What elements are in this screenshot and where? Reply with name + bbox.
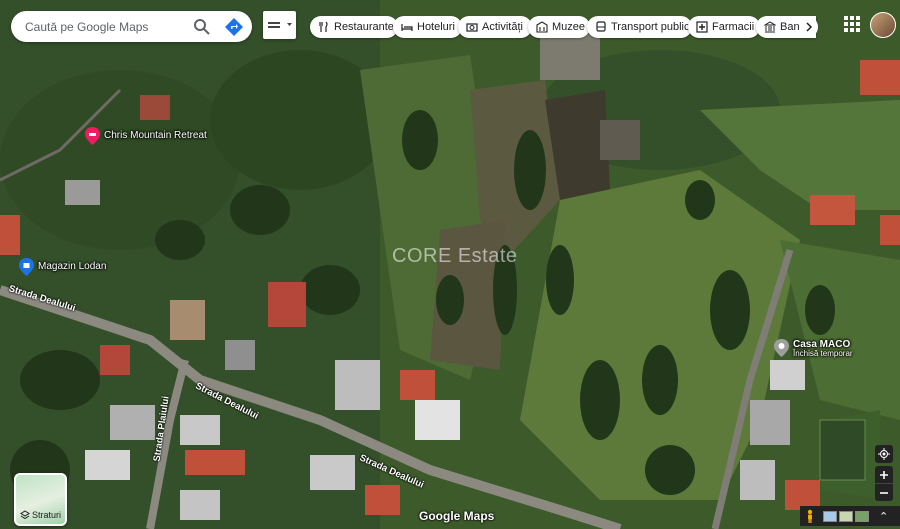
shopping-pin-icon[interactable] <box>19 258 34 276</box>
watermark: CORE Estate <box>392 245 518 267</box>
bed-icon <box>401 24 413 31</box>
plus-icon <box>880 470 888 479</box>
chip-activities[interactable]: Activități <box>458 16 532 38</box>
account-avatar[interactable] <box>870 12 896 38</box>
chip-restaurants-label: Restaurante <box>334 21 394 33</box>
chip-hotels[interactable]: Hoteluri <box>393 16 462 38</box>
google-maps-logo: Google Maps <box>419 509 495 523</box>
map-view[interactable]: Restaurante Hoteluri Activități Muzee Tr… <box>0 0 900 529</box>
expand-up-icon[interactable]: ⌃ <box>879 510 888 523</box>
imagery-thumbnail[interactable] <box>839 510 853 522</box>
zoom-out-button[interactable] <box>875 484 893 501</box>
imagery-thumbnail[interactable] <box>855 510 869 522</box>
place-pin-icon[interactable] <box>774 339 789 357</box>
minus-icon <box>880 491 888 494</box>
pegman-icon[interactable] <box>805 509 815 523</box>
fork-knife-icon <box>319 21 328 32</box>
layers-icon <box>20 510 30 520</box>
chip-restaurants[interactable]: Restaurante <box>310 16 398 38</box>
search-box <box>11 11 252 42</box>
bus-icon <box>596 21 606 32</box>
chip-activities-label: Activități <box>482 21 523 33</box>
imagery-thumbnail[interactable] <box>823 510 837 522</box>
chip-public-transport-label: Transport public <box>611 21 690 33</box>
poi-label-chris-mountain-retreat[interactable]: Chris Mountain Retreat <box>104 130 207 141</box>
bank-icon <box>764 21 776 33</box>
poi-label-magazin-lodan[interactable]: Magazin Lodan <box>38 261 106 272</box>
chip-pharmacies-label: Farmacii <box>712 21 755 33</box>
poi-status-casa-maco: Închisă temporar <box>793 349 853 358</box>
imagery-thumbnails <box>823 510 871 522</box>
bottom-bar: ⌃ <box>800 506 900 526</box>
chip-museums[interactable]: Muzee <box>528 16 590 38</box>
pharmacy-icon <box>696 21 708 33</box>
chip-museums-label: Muzee <box>552 21 586 33</box>
crosshair-icon <box>878 448 890 460</box>
chip-pharmacies[interactable]: Farmacii <box>688 16 760 38</box>
museum-icon <box>536 21 548 33</box>
search-icon[interactable] <box>192 17 212 37</box>
zoom-in-button[interactable] <box>875 466 893 484</box>
camera-icon <box>466 23 478 32</box>
my-location-button[interactable] <box>875 445 893 463</box>
hotel-pin-icon[interactable] <box>85 127 100 145</box>
chip-hotels-label: Hoteluri <box>417 21 455 33</box>
apps-grid-icon[interactable] <box>843 15 861 33</box>
chip-public-transport[interactable]: Transport public <box>587 16 692 38</box>
layers-button[interactable]: Straturi <box>14 473 67 526</box>
search-input[interactable] <box>25 19 190 34</box>
list-view-toggle[interactable] <box>263 11 296 39</box>
layers-label: Straturi <box>31 510 61 520</box>
chevron-right-icon <box>806 22 813 32</box>
directions-icon[interactable] <box>224 17 244 37</box>
